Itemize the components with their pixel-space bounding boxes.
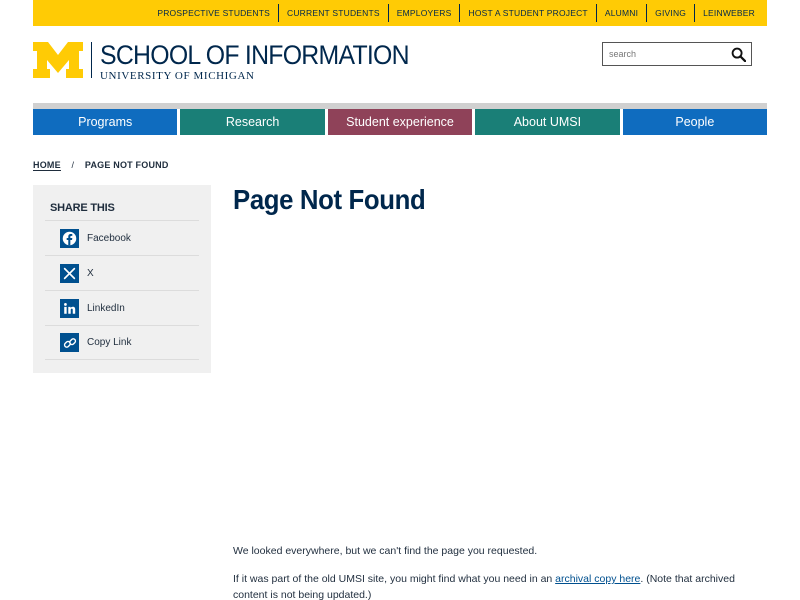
nav-about-umsi[interactable]: About UMSI bbox=[475, 109, 620, 135]
nav-people[interactable]: People bbox=[622, 109, 768, 135]
site-subtitle: UNIVERSITY OF MICHIGAN bbox=[100, 70, 255, 82]
link-icon bbox=[60, 333, 79, 352]
share-label-x: X bbox=[87, 267, 94, 279]
site-title: SCHOOL OF INFORMATION bbox=[100, 40, 410, 70]
utility-link-prospective-students[interactable]: PROSPECTIVE STUDENTS bbox=[149, 4, 278, 22]
nav-programs[interactable]: Programs bbox=[33, 109, 178, 135]
breadcrumb-current: PAGE NOT FOUND bbox=[84, 160, 169, 170]
utility-link-leinweber[interactable]: LEINWEBER bbox=[694, 4, 763, 22]
x-icon bbox=[60, 263, 79, 283]
page-title: Page Not Found bbox=[233, 184, 426, 215]
archive-message-before: If it was part of the old UMSI site, you… bbox=[233, 573, 556, 585]
share-label-copy-link: Copy Link bbox=[87, 337, 132, 348]
utility-link-host-student-project[interactable]: HOST A STUDENT PROJECT bbox=[459, 4, 595, 22]
utility-link-employers[interactable]: EMPLOYERS bbox=[387, 4, 460, 22]
linkedin-icon bbox=[60, 298, 79, 318]
site-logo[interactable]: SCHOOL OF INFORMATION UNIVERSITY OF MICH… bbox=[33, 42, 436, 82]
utility-link-giving[interactable]: GIVING bbox=[646, 4, 694, 22]
share-title: SHARE THIS bbox=[50, 202, 115, 214]
share-x[interactable]: X bbox=[45, 255, 199, 290]
logo-text: SCHOOL OF INFORMATION UNIVERSITY OF MICH… bbox=[100, 40, 436, 83]
search-input[interactable] bbox=[603, 44, 723, 64]
share-list: Facebook X LinkedIn Copy Link bbox=[45, 220, 199, 360]
block-m-logo-icon bbox=[33, 42, 83, 78]
not-found-message: We looked everywhere, but we can't find … bbox=[233, 545, 538, 557]
utility-link-current-students[interactable]: CURRENT STUDENTS bbox=[277, 4, 388, 22]
nav-research[interactable]: Research bbox=[180, 109, 325, 135]
main-nav: Programs Research Student experience Abo… bbox=[33, 109, 768, 135]
archive-message: If it was part of the old UMSI site, you… bbox=[233, 571, 753, 600]
facebook-icon bbox=[60, 228, 79, 248]
search-box bbox=[602, 42, 752, 66]
archival-copy-link[interactable]: archival copy here bbox=[555, 573, 640, 585]
search-icon[interactable] bbox=[731, 47, 746, 62]
share-label-facebook: Facebook bbox=[87, 232, 131, 244]
nav-student-experience[interactable]: Student experience bbox=[327, 109, 473, 135]
breadcrumb: HOME / PAGE NOT FOUND bbox=[33, 160, 169, 171]
utility-nav: PROSPECTIVE STUDENTS CURRENT STUDENTS EM… bbox=[33, 0, 767, 26]
share-copy-link[interactable]: Copy Link bbox=[45, 325, 199, 360]
breadcrumb-separator: / bbox=[71, 160, 75, 170]
breadcrumb-home[interactable]: HOME bbox=[33, 160, 61, 171]
share-facebook[interactable]: Facebook bbox=[45, 220, 199, 255]
share-label-linkedin: LinkedIn bbox=[87, 302, 125, 314]
share-linkedin[interactable]: LinkedIn bbox=[45, 290, 199, 325]
share-panel: SHARE THIS Facebook X LinkedIn Copy Link bbox=[33, 185, 211, 373]
utility-link-alumni[interactable]: ALUMNI bbox=[595, 4, 646, 22]
logo-divider bbox=[91, 42, 92, 78]
